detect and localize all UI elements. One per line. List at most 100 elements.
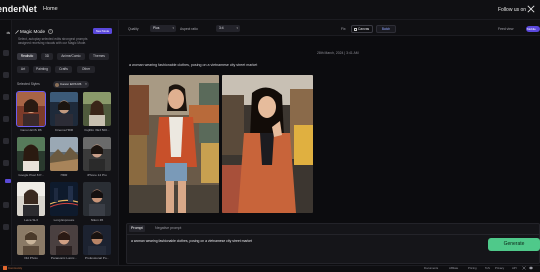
quality-select[interactable]: Plus ▾ [150,24,176,32]
generated-image-1[interactable] [129,75,219,213]
chip-3d[interactable]: 3D [41,53,53,60]
footer-link-privacy[interactable]: Privacy [495,266,504,270]
style-tile-canon-eos-r6[interactable] [16,91,46,127]
magic-wand-icon [15,29,19,34]
footer [0,265,540,272]
quality-label: Quality [128,27,139,31]
prompt-divider [126,234,540,235]
tile-portrait-image [83,182,111,216]
style-tile-old-photo[interactable] [17,225,45,255]
rail-tools-icon[interactable] [3,116,9,122]
magic-mode-description: Select, autoplay selected edits stronges… [18,37,88,46]
rail-image-icon[interactable] [3,50,9,56]
remove-style-icon[interactable]: × [85,81,87,88]
tile-label: Long Exposure [53,218,75,222]
feed-view-label[interactable]: Feed view [498,27,513,31]
style-tile-hdr[interactable] [50,137,78,171]
tile-portrait-image [17,182,45,216]
tile-label: Panasonic Lumix... [50,256,78,260]
x-twitter-icon[interactable] [527,5,535,13]
chip-anime-comic[interactable]: Anime/Comic [57,53,85,60]
aspect-ratio-label: Aspect ratio [180,27,198,31]
tile-label: Old Photo [24,256,38,260]
follow-us-label: Follow us on [498,6,527,13]
rail-edit-icon[interactable] [3,94,9,100]
info-icon[interactable]: i [48,28,53,34]
chip-other[interactable]: Other [77,66,95,73]
tile-label: Cinema HDR [54,128,74,132]
chip-crafts[interactable]: Crafts [55,66,72,73]
tab-negative-prompt[interactable]: Negative prompt [153,225,183,232]
selected-style-name: Canon EOS R6 [60,82,82,86]
brand-logo[interactable]: enderNet [0,4,37,14]
tile-label: Professional Po... [84,256,110,260]
footer-link-api[interactable]: API [512,266,517,270]
footer-link-tos[interactable]: ToS [485,266,490,270]
style-tile-panasonic-lumix[interactable] [50,225,78,255]
rail-item-active[interactable]: ds [0,31,10,35]
tile-portrait-image [83,137,111,171]
tile-portrait-image [17,225,45,255]
x-twitter-icon[interactable] [522,266,526,270]
tile-portrait-image [83,225,111,255]
generation-prompt-echo: a woman wearing fashionable clothes, pos… [129,63,258,67]
chevron-down-icon: ▾ [236,25,238,30]
rail-new-badge-icon [5,179,11,183]
prompt-panel [126,223,540,264]
rail-video-icon[interactable] [3,72,9,78]
tile-portrait-image [17,92,45,126]
style-thumb-icon [55,82,59,87]
prompt-input[interactable]: a woman wearing fashionable clothes, pos… [131,239,252,243]
left-rail: ds [0,20,12,265]
chip-art[interactable]: Art [17,66,29,73]
batch-mode-button[interactable]: Batch [376,25,396,33]
rail-api-icon[interactable] [3,202,9,208]
tab-prompt[interactable]: Prompt [129,225,145,232]
aspect-ratio-value: 3:4 [219,25,224,30]
tile-portrait-image [83,92,111,126]
magic-mode-title: Magic Mode [20,29,46,34]
selected-styles-label: Selected Styles [17,82,40,86]
style-tile-fujifilm[interactable] [83,92,111,126]
canvas-button[interactable]: Canvas [351,25,373,33]
tile-label: HDR [60,173,68,177]
style-tile-nikon-z6[interactable] [83,182,111,216]
canvas-icon [353,27,357,31]
style-tile-google-pixel[interactable] [17,137,45,171]
chip-realistic[interactable]: Realistic [17,53,37,60]
generation-timestamp: 28th March, 2024 | 3:41 AM [317,51,359,55]
tile-portrait-image [50,92,78,126]
tile-portrait-image [50,225,78,255]
style-tile-leica-sl3[interactable] [17,182,45,216]
view-toggle[interactable]: Mobile [526,26,540,32]
rail-gallery-icon[interactable] [3,138,9,144]
top-bar: enderNet Home Follow us on [0,0,540,20]
rail-settings-icon[interactable] [3,224,9,230]
footer-link-pricing[interactable]: Pricing [468,266,477,270]
tile-label: Nikon Z6 [90,218,104,222]
community-link[interactable]: Community [8,266,22,270]
aspect-ratio-select[interactable]: 3:4 ▾ [216,24,240,32]
tile-label: Leica SL3 [24,218,38,222]
chip-painting[interactable]: Painting [33,66,51,73]
generated-image-2[interactable] [222,75,313,213]
chevron-down-icon: ▾ [172,25,174,30]
footer-link-documents[interactable]: Documents [424,266,438,270]
style-tile-cinema-hdr[interactable] [50,92,78,126]
nav-home-link[interactable]: Home [43,6,58,12]
discord-icon[interactable] [529,266,533,270]
style-tile-professional-portrait[interactable] [83,225,111,255]
footer-link-affiliate[interactable]: Affiliate [449,266,458,270]
chip-themes[interactable]: Themes [89,53,109,60]
tile-label: iPhone 14 Pro [87,173,107,177]
generated-photo [129,75,219,213]
selected-style-chip[interactable]: Canon EOS R6 × [53,81,89,88]
tile-landscape-image [50,137,78,171]
rail-train-icon[interactable] [3,160,9,166]
style-tile-long-exposure[interactable] [50,182,78,216]
quality-value: Plus [153,25,160,30]
tile-portrait-image [17,137,45,171]
new-mode-badge[interactable]: New Mode [93,28,112,34]
generate-button[interactable]: Generate [488,238,540,251]
style-tile-iphone-14-pro[interactable] [83,137,111,171]
